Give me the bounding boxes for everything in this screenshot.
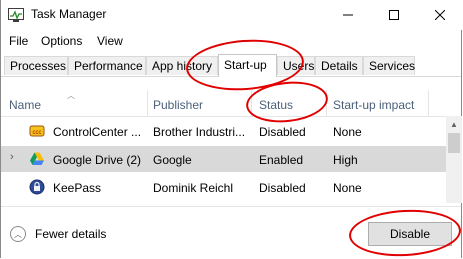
table-header: ︿ Name Publisher Status Start-up impact xyxy=(1,90,446,117)
tab-performance[interactable]: Performance xyxy=(68,56,146,75)
row-publisher: Google xyxy=(153,153,192,167)
scroll-up-arrow-icon[interactable]: ▲ xyxy=(446,116,462,132)
google-drive-icon xyxy=(30,152,44,165)
expand-chevron-icon[interactable]: › xyxy=(10,151,14,163)
menu-options[interactable]: Options xyxy=(41,34,82,48)
tab-details[interactable]: Details xyxy=(315,56,363,75)
minimize-icon xyxy=(343,14,353,16)
close-button[interactable] xyxy=(417,0,463,30)
row-name: Google Drive (2) xyxy=(53,153,142,167)
task-manager-app-icon xyxy=(8,8,24,22)
row-publisher: Dominik Reichl xyxy=(153,181,234,195)
column-divider[interactable] xyxy=(147,90,148,116)
column-divider[interactable] xyxy=(251,90,252,116)
table-row[interactable]: KeePass Dominik Reichl Disabled None xyxy=(1,174,446,200)
column-divider[interactable] xyxy=(428,90,429,116)
row-status: Disabled xyxy=(259,125,306,139)
table-row[interactable]: ccc ControlCenter ... Brother Industri..… xyxy=(1,118,446,144)
row-impact: None xyxy=(333,181,362,195)
row-name: KeePass xyxy=(53,181,102,195)
tab-processes[interactable]: Processes xyxy=(4,56,68,75)
row-impact: High xyxy=(333,153,358,167)
close-icon xyxy=(435,10,445,20)
tab-services[interactable]: Services xyxy=(363,56,415,75)
fewer-details-link[interactable]: Fewer details xyxy=(35,227,106,241)
tab-app-history[interactable]: App history xyxy=(146,56,218,75)
menu-bar: File Options View xyxy=(1,31,461,51)
scrollbar-thumb[interactable] xyxy=(448,133,460,153)
sort-ascending-icon: ︿ xyxy=(67,91,75,100)
table-row-selected[interactable]: › Google Drive (2) Google Enabled High xyxy=(1,146,446,172)
row-status: Disabled xyxy=(259,181,306,195)
footer-bar: ︿ Fewer details Disable xyxy=(1,206,461,259)
tab-start-up[interactable]: Start-up xyxy=(218,54,277,77)
window-title: Task Manager xyxy=(31,7,107,21)
menu-file[interactable]: File xyxy=(9,34,28,48)
row-status: Enabled xyxy=(259,153,304,167)
column-header-name[interactable]: Name xyxy=(9,98,41,112)
row-name: ControlCenter ... xyxy=(53,125,142,139)
maximize-button[interactable] xyxy=(371,0,417,30)
column-divider[interactable] xyxy=(326,90,327,116)
disable-button[interactable]: Disable xyxy=(368,222,452,246)
column-header-status[interactable]: Status xyxy=(259,98,293,112)
brother-cc-icon: ccc xyxy=(29,125,45,137)
task-manager-window: Task Manager File Options View Processes… xyxy=(0,0,463,259)
column-header-publisher[interactable]: Publisher xyxy=(153,98,203,112)
tab-users[interactable]: Users xyxy=(277,56,315,75)
title-bar[interactable]: Task Manager xyxy=(1,0,463,30)
svg-text:ccc: ccc xyxy=(33,130,42,136)
row-impact: None xyxy=(333,125,362,139)
chevron-up-circle-icon[interactable]: ︿ xyxy=(10,226,26,242)
menu-view[interactable]: View xyxy=(97,34,123,48)
vertical-scrollbar[interactable]: ▲ xyxy=(446,116,462,203)
column-header-start-up-impact[interactable]: Start-up impact xyxy=(333,98,414,112)
row-publisher: Brother Industri... xyxy=(153,125,246,139)
minimize-button[interactable] xyxy=(325,0,371,30)
keepass-lock-icon xyxy=(29,179,45,195)
maximize-icon xyxy=(389,10,399,20)
tab-strip: Processes Performance App history Start-… xyxy=(1,54,461,77)
